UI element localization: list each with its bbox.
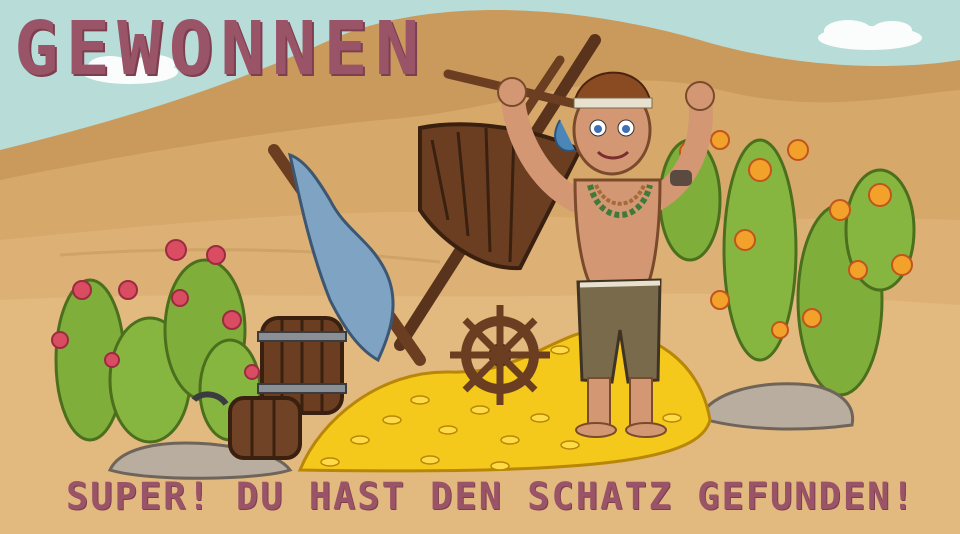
win-screen: GEWONNEN SUPER! DU HAST DEN SCHATZ GEFUN… bbox=[0, 0, 960, 534]
win-message: SUPER! DU HAST DEN SCHATZ GEFUNDEN! bbox=[66, 475, 916, 518]
win-title: GEWONNEN bbox=[14, 6, 427, 92]
ship-wheel-icon bbox=[450, 305, 550, 405]
